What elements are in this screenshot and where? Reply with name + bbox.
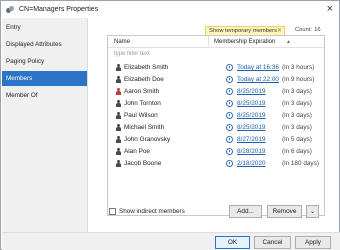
expiration-relative: (in 6 days) [282, 148, 312, 155]
close-icon[interactable]: × [327, 3, 333, 15]
clock-icon [226, 112, 233, 119]
count-label: Count: [295, 27, 313, 33]
expiration-relative: (in 3 days) [282, 124, 312, 131]
clock-icon [226, 160, 233, 167]
expiration-date-link[interactable]: Today at 22:00 [237, 76, 279, 83]
member-name: John Granovsky [124, 136, 171, 143]
member-rows: Elizabeth Smith Today at 16:36 (in 3 hou… [108, 62, 324, 170]
remove-member-button[interactable]: Remove [267, 205, 302, 218]
clock-icon [226, 136, 233, 143]
expiration-relative: (in 3 days) [282, 112, 312, 119]
clock-icon [226, 148, 233, 155]
expiration-relative: (in 3 days) [282, 100, 312, 107]
cancel-button[interactable]: Cancel [254, 236, 291, 249]
sidebar-item-member-of[interactable]: Member Of [2, 88, 87, 103]
expiration-date-link[interactable]: 8/27/2019 [237, 136, 265, 143]
table-row[interactable]: Elizabeth Doe Today at 22:00 (in 9 hours… [108, 74, 324, 86]
clock-icon [226, 100, 233, 107]
table-row[interactable]: John Tornton 8/25/2019 (in 3 days) [108, 98, 324, 110]
expiration-date-link[interactable]: Today at 16:36 [237, 64, 279, 71]
user-icon [116, 76, 121, 83]
expiration-relative: (in 180 days) [282, 160, 319, 167]
show-indirect-label[interactable]: Show indirect members [119, 208, 185, 215]
expiration-date-link[interactable]: 2/18/2020 [237, 160, 265, 167]
clock-icon [226, 76, 233, 83]
column-header-expiration[interactable]: Membership Expiration [214, 39, 275, 45]
window-title: CN=Managers Properties [19, 6, 99, 13]
member-name: Elizabeth Doe [124, 76, 164, 83]
sidebar: Entry Displayed Attributes Paging Policy… [2, 18, 88, 232]
clock-icon [226, 124, 233, 131]
chevron-down-icon: ⌄ [309, 209, 316, 215]
expiration-relative: (in 3 days) [282, 88, 312, 95]
sidebar-item-paging-policy[interactable]: Paging Policy [2, 54, 87, 69]
apply-button[interactable]: Apply [295, 236, 331, 249]
expiration-date-link[interactable]: 8/28/2019 [237, 148, 265, 155]
user-icon [116, 124, 121, 131]
column-separator [208, 36, 209, 48]
table-row[interactable]: Paul Wilson 8/25/2019 (in 3 days) [108, 110, 324, 122]
user-icon [116, 136, 121, 143]
user-icon [116, 112, 121, 119]
table-row[interactable]: John Granovsky 8/27/2019 (in 5 days) [108, 134, 324, 146]
member-name: Elizabeth Smith [124, 64, 169, 71]
expiration-date-link[interactable]: 8/25/2019 [237, 124, 265, 131]
table-row[interactable]: Aaron Smith 8/25/2019 (in 3 days) [108, 86, 324, 98]
user-icon [116, 64, 121, 71]
properties-dialog: CN=Managers Properties × Entry Displayed… [0, 0, 340, 250]
more-options-button[interactable]: ⌄ [306, 205, 319, 218]
table-row[interactable]: Alan Poe 8/28/2019 (in 6 days) [108, 146, 324, 158]
member-name: Aaron Smith [124, 88, 160, 95]
member-name: Michael Smith [124, 124, 165, 131]
table-row[interactable]: Michael Smith 8/25/2019 (in 3 days) [108, 122, 324, 134]
table-row[interactable]: Elizabeth Smith Today at 16:36 (in 3 hou… [108, 62, 324, 74]
ok-button[interactable]: OK [215, 236, 250, 249]
show-indirect-checkbox[interactable] [109, 208, 116, 215]
name-filter-input[interactable] [109, 49, 207, 59]
table-row[interactable]: Jacob Boone 2/18/2020 (in 180 days) [108, 158, 324, 170]
sidebar-item-displayed-attributes[interactable]: Displayed Attributes [2, 37, 87, 52]
sidebar-item-entry[interactable]: Entry [2, 20, 87, 35]
expiration-relative: (in 5 days) [282, 136, 312, 143]
user-icon [116, 148, 121, 155]
expiration-date-link[interactable]: 8/25/2019 [237, 88, 265, 95]
member-count: Count: 16 [293, 27, 321, 33]
count-value: 16 [314, 27, 321, 33]
sort-ascending-icon: ▲ [286, 39, 291, 45]
clock-icon [226, 64, 233, 71]
clock-icon [226, 88, 233, 95]
add-member-button[interactable]: Add... [229, 205, 262, 218]
member-name: Paul Wilson [124, 112, 158, 119]
members-grid: Name Membership Expiration ▲ Elizabeth S… [107, 35, 325, 216]
column-header-name[interactable]: Name [114, 39, 130, 45]
member-name: John Tornton [124, 100, 161, 107]
expiration-date-link[interactable]: 8/25/2019 [237, 100, 265, 107]
user-disabled-icon [116, 88, 121, 95]
user-icon [116, 100, 121, 107]
member-name: Alan Poe [124, 148, 150, 155]
title-bar: CN=Managers Properties × [1, 1, 339, 18]
members-panel: Show temporary members only ✕ Count:16 N… [89, 18, 339, 232]
group-icon [6, 5, 15, 14]
members-action-bar: Show indirect members Add... Remove ⌄ [107, 205, 327, 219]
grid-header: Name Membership Expiration ▲ [108, 36, 324, 48]
member-name: Jacob Boone [124, 160, 162, 167]
expiration-date-link[interactable]: 8/25/2019 [237, 112, 265, 119]
expiration-relative: (in 3 hours) [282, 64, 315, 71]
expiration-relative: (in 9 hours) [282, 76, 315, 83]
user-icon [116, 160, 121, 167]
sidebar-item-members[interactable]: Members [2, 71, 87, 86]
dialog-footer: OK Cancel Apply [2, 232, 340, 250]
